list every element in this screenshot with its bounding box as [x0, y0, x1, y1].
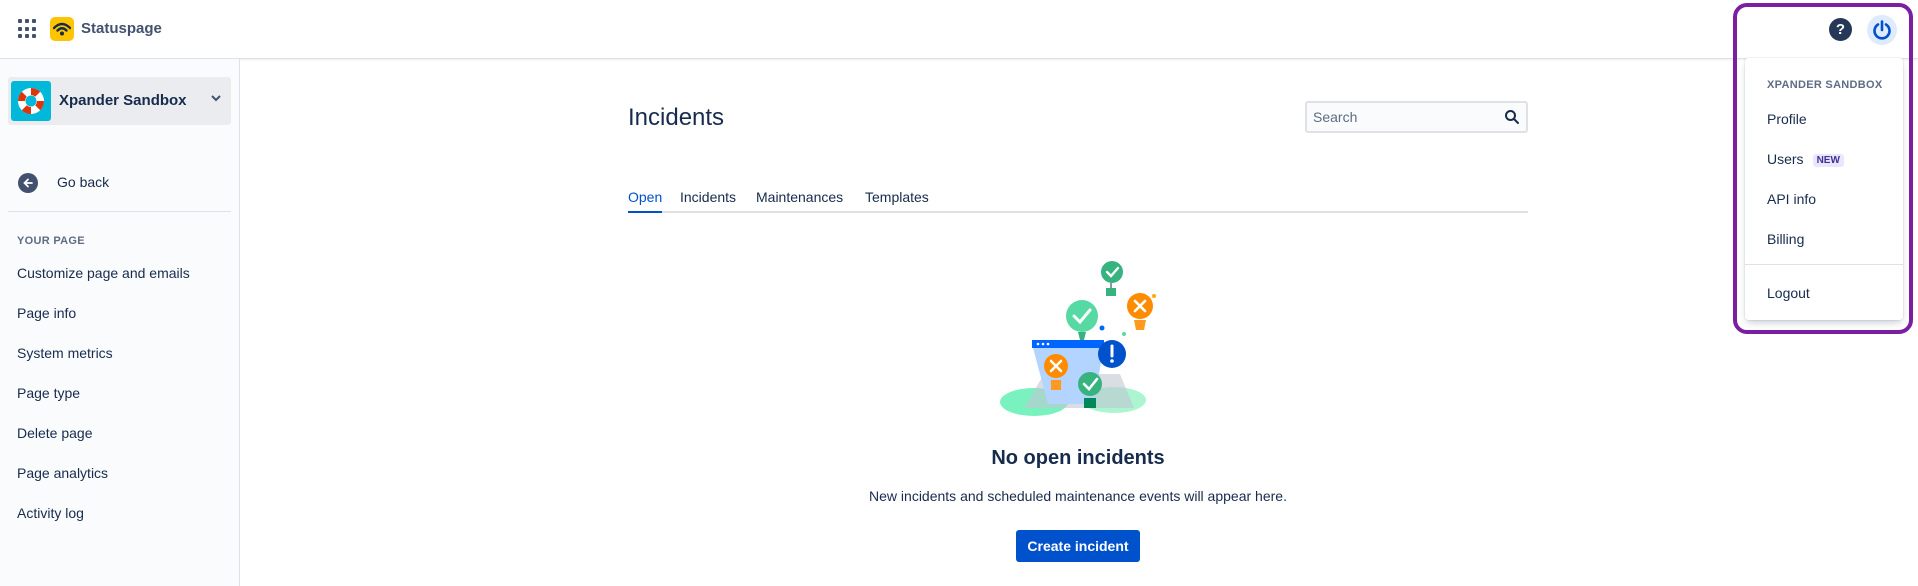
sidebar-item-activity-log[interactable]: Activity log: [0, 493, 239, 533]
tab-open[interactable]: Open: [628, 189, 663, 213]
brand-name[interactable]: Statuspage: [81, 20, 162, 37]
page-switcher[interactable]: Xpander Sandbox: [8, 77, 231, 125]
apps-grid-icon[interactable]: [18, 19, 38, 39]
tab-templates[interactable]: Templates: [865, 189, 929, 213]
sidebar-item-page-type[interactable]: Page type: [0, 373, 239, 413]
tab-incidents[interactable]: Incidents: [680, 189, 736, 213]
search-input[interactable]: [1313, 108, 1493, 126]
page-avatar: [11, 81, 51, 121]
dropdown-item-label: Profile: [1767, 111, 1807, 127]
create-incident-button[interactable]: Create incident: [1016, 530, 1140, 562]
go-back-label: Go back: [57, 174, 110, 190]
incident-tabs: Open Incidents Maintenances Templates: [628, 186, 1528, 213]
dropdown-heading: XPANDER SANDBOX: [1767, 79, 1883, 91]
help-icon[interactable]: ?: [1829, 18, 1852, 41]
power-icon[interactable]: [1867, 15, 1897, 45]
sidebar-divider: [8, 211, 231, 212]
empty-state-illustration: [1000, 261, 1156, 416]
empty-state-subtitle: New incidents and scheduled maintenance …: [869, 488, 1287, 504]
dropdown-item-users[interactable]: Users NEW: [1767, 151, 1844, 167]
empty-state-title: No open incidents: [991, 447, 1165, 469]
search-icon[interactable]: [1504, 109, 1520, 125]
account-dropdown-menu: XPANDER SANDBOX Profile Users NEW API inf…: [1745, 58, 1903, 320]
new-badge: NEW: [1812, 154, 1844, 167]
top-navigation-bar: Statuspage ?: [0, 0, 1918, 59]
dropdown-item-label: API info: [1767, 191, 1817, 207]
sidebar-item-customize[interactable]: Customize page and emails: [0, 253, 239, 293]
sidebar-nav: Customize page and emails Page info Syst…: [0, 253, 239, 533]
sidebar-item-delete-page[interactable]: Delete page: [0, 413, 239, 453]
dropdown-item-billing[interactable]: Billing: [1767, 231, 1804, 247]
sidebar-item-page-info[interactable]: Page info: [0, 293, 239, 333]
sidebar-item-page-analytics[interactable]: Page analytics: [0, 453, 239, 493]
dropdown-item-logout[interactable]: Logout: [1767, 285, 1810, 301]
tab-maintenances[interactable]: Maintenances: [756, 189, 843, 213]
dropdown-item-profile[interactable]: Profile: [1767, 111, 1807, 127]
dropdown-item-label: Billing: [1767, 231, 1805, 247]
page-title: Incidents: [628, 104, 725, 131]
statuspage-logo-icon: [50, 17, 74, 41]
search-box[interactable]: [1305, 101, 1528, 133]
go-back-link[interactable]: Go back: [8, 165, 231, 201]
dropdown-divider: [1745, 264, 1903, 265]
page-name: Xpander Sandbox: [59, 92, 187, 109]
chevron-down-icon: [210, 91, 222, 107]
arrow-left-icon: [18, 173, 38, 193]
sidebar: Xpander Sandbox Go back YOUR PAGE Custom…: [0, 59, 240, 586]
sidebar-item-system-metrics[interactable]: System metrics: [0, 333, 239, 373]
dropdown-item-label: Users: [1767, 151, 1804, 167]
sidebar-section-title: YOUR PAGE: [17, 235, 85, 247]
dropdown-item-api-info[interactable]: API info: [1767, 191, 1816, 207]
